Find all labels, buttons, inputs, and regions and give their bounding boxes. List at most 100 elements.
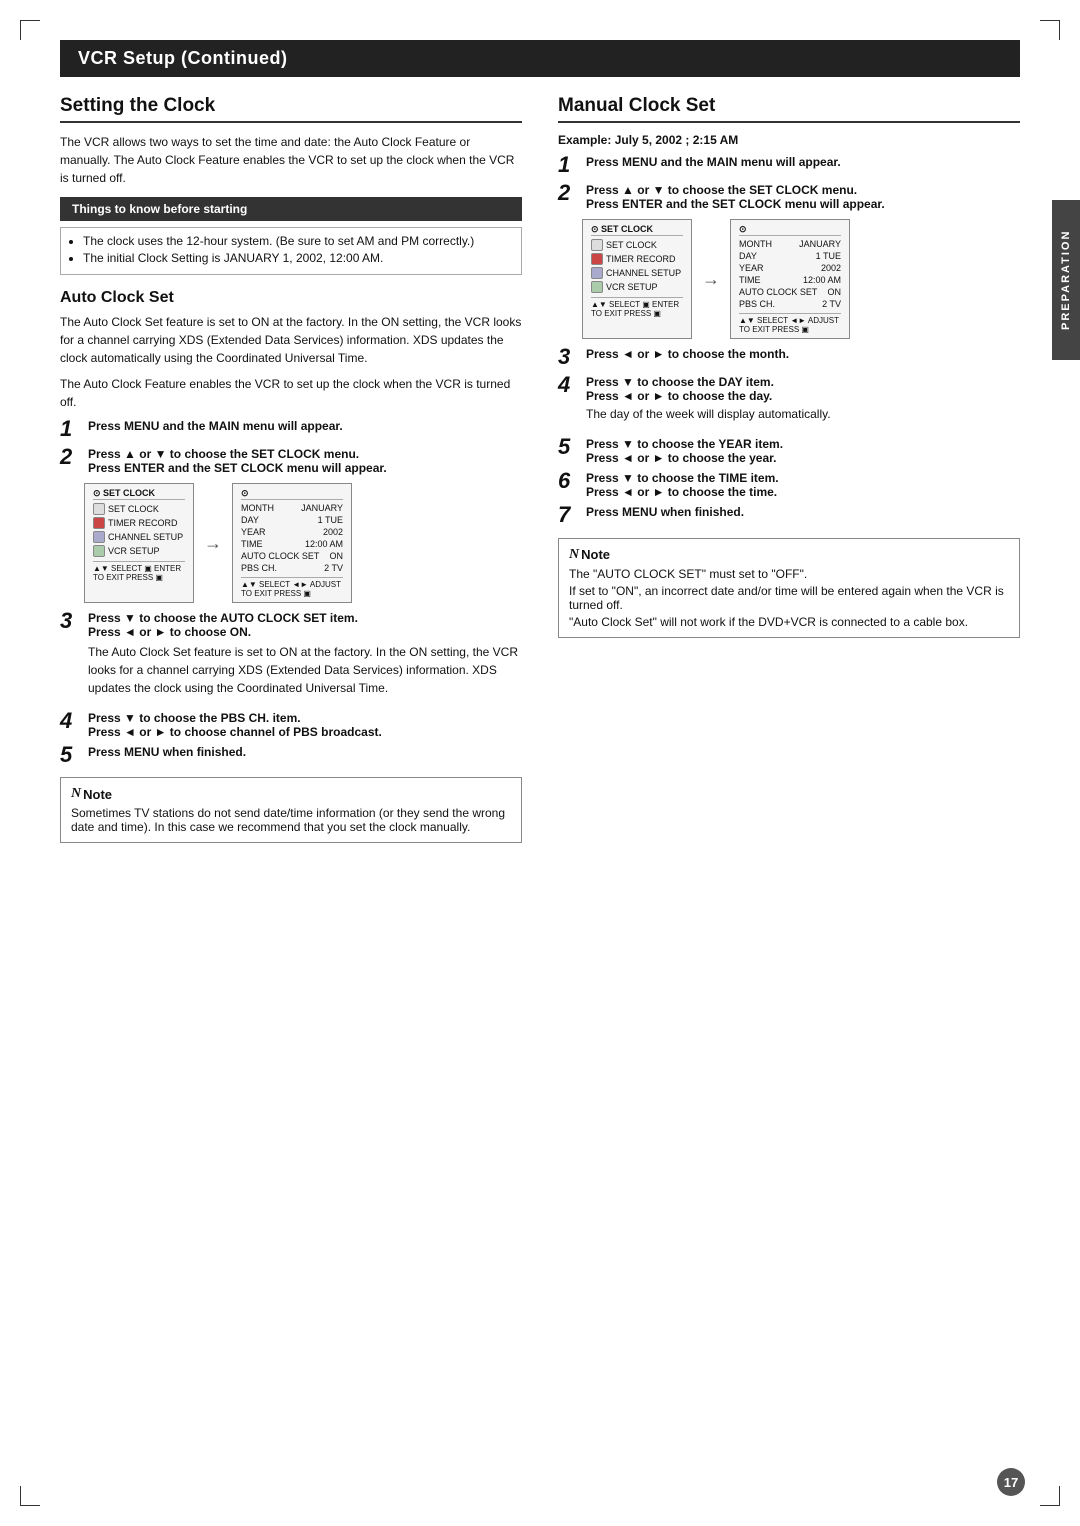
menu-item-timer-record: TIMER RECORD [93, 516, 185, 530]
right-step-3: 3 Press ◄ or ► to choose the month. [558, 347, 1020, 369]
right-menu-item-4: VCR SETUP [591, 280, 683, 294]
right-data-row-month: MONTHJANUARY [739, 238, 841, 250]
things-list: The clock uses the 12-hour system. (Be s… [60, 227, 522, 275]
right-step-3-line: Press ◄ or ► to choose the month. [586, 347, 789, 361]
right-step-5-line-1: Press ▼ to choose the YEAR item. [586, 437, 1020, 451]
step-content-1: Press MENU and the MAIN menu will appear… [88, 419, 522, 433]
right-step-number-1: 1 [558, 153, 580, 177]
right-step-5-line-2: Press ◄ or ► to choose the year. [586, 451, 1020, 465]
step-number-2: 2 [60, 445, 82, 469]
left-menu-box-2-title: ⊙ [241, 488, 343, 500]
page-number: 17 [997, 1468, 1025, 1496]
step-4-line-1: Press ▼ to choose the PBS CH. item. [88, 711, 522, 725]
left-menu-images: ⊙ SET CLOCK SET CLOCK TIMER RECORD CHANN… [84, 483, 522, 603]
step-number-3: 3 [60, 609, 82, 633]
things-list-item-2: The initial Clock Setting is JANUARY 1, … [83, 251, 509, 265]
right-data-row-day: DAY1 TUE [739, 250, 841, 262]
things-box-title: Things to know before starting [60, 197, 522, 221]
right-menu-box-1: ⊙ SET CLOCK SET CLOCK TIMER RECORD CHANN… [582, 219, 692, 339]
step-content-2: Press ▲ or ▼ to choose the SET CLOCK men… [88, 447, 522, 475]
left-menu-footer-2: ▲▼ SELECT ◄► ADJUSTTO EXIT PRESS ▣ [241, 577, 343, 598]
right-note-line-2: If set to "ON", an incorrect date and/or… [569, 584, 1009, 612]
left-step-4: 4 Press ▼ to choose the PBS CH. item. Pr… [60, 711, 522, 739]
left-menu-footer-1: ▲▼ SELECT ▣ ENTERTO EXIT PRESS ▣ [93, 561, 185, 582]
right-data-row-time: TIME12:00 AM [739, 274, 841, 286]
step-content-4: Press ▼ to choose the PBS CH. item. Pres… [88, 711, 522, 739]
step-number-4: 4 [60, 709, 82, 733]
right-step-1-line: Press MENU and the MAIN menu will appear… [586, 155, 841, 169]
right-step-4: 4 Press ▼ to choose the DAY item. Press … [558, 375, 1020, 431]
left-note-text: Sometimes TV stations do not send date/t… [71, 806, 511, 834]
arrow-right-1: → [204, 483, 222, 603]
menu-item-channel-setup: CHANNEL SETUP [93, 530, 185, 544]
right-menu-footer-2: ▲▼ SELECT ◄► ADJUSTTO EXIT PRESS ▣ [739, 313, 841, 334]
right-step-7: 7 Press MENU when finished. [558, 505, 1020, 527]
right-section-title: Manual Clock Set [558, 95, 1020, 123]
right-step-2-line-1: Press ▲ or ▼ to choose the SET CLOCK men… [586, 183, 1020, 197]
corner-bl [20, 1486, 40, 1506]
data-row-year: YEAR2002 [241, 526, 343, 538]
right-menu-box-1-title: ⊙ SET CLOCK [591, 224, 683, 236]
left-note-box: N Note Sometimes TV stations do not send… [60, 777, 522, 843]
step-3-line-1: Press ▼ to choose the AUTO CLOCK SET ite… [88, 611, 522, 625]
step-3-line-2: Press ◄ or ► to choose ON. [88, 625, 522, 639]
header-bar: VCR Setup (Continued) [60, 40, 1020, 77]
right-data-row-year: YEAR2002 [739, 262, 841, 274]
left-menu-box-1-title: ⊙ SET CLOCK [93, 488, 185, 500]
step-content-3: Press ▼ to choose the AUTO CLOCK SET ite… [88, 611, 522, 705]
right-column: Manual Clock Set Example: July 5, 2002 ;… [558, 95, 1020, 843]
right-step-content-5: Press ▼ to choose the YEAR item. Press ◄… [586, 437, 1020, 465]
data-row-time: TIME12:00 AM [241, 538, 343, 550]
sidebar-tab: PREPARATION [1052, 200, 1080, 360]
step-content-5: Press MENU when finished. [88, 745, 522, 759]
right-step-7-line: Press MENU when finished. [586, 505, 744, 519]
step-1-line: Press MENU and the MAIN menu will appear… [88, 419, 343, 433]
right-step-4-subtext: The day of the week will display automat… [586, 405, 1020, 423]
corner-tl [20, 20, 40, 40]
left-step-5: 5 Press MENU when finished. [60, 745, 522, 767]
right-step-content-2: Press ▲ or ▼ to choose the SET CLOCK men… [586, 183, 1020, 211]
right-step-2: 2 Press ▲ or ▼ to choose the SET CLOCK m… [558, 183, 1020, 211]
step-2-line-1: Press ▲ or ▼ to choose the SET CLOCK men… [88, 447, 522, 461]
right-step-content-4: Press ▼ to choose the DAY item. Press ◄ … [586, 375, 1020, 431]
right-step-content-7: Press MENU when finished. [586, 505, 1020, 519]
right-step-number-5: 5 [558, 435, 580, 459]
right-step-4-line-2: Press ◄ or ► to choose the day. [586, 389, 1020, 403]
right-step-4-line-1: Press ▼ to choose the DAY item. [586, 375, 1020, 389]
right-step-1: 1 Press MENU and the MAIN menu will appe… [558, 155, 1020, 177]
step-2-line-2: Press ENTER and the SET CLOCK menu will … [88, 461, 522, 475]
step-3-subtext: The Auto Clock Set feature is set to ON … [88, 643, 522, 697]
right-menu-box-2-title: ⊙ [739, 224, 841, 236]
right-menu-item-1: SET CLOCK [591, 238, 683, 252]
data-row-day: DAY1 TUE [241, 514, 343, 526]
data-row-pbs: PBS CH.2 TV [241, 562, 343, 574]
right-note-title: N Note [569, 547, 1009, 563]
left-step-3: 3 Press ▼ to choose the AUTO CLOCK SET i… [60, 611, 522, 705]
right-menu-footer-1: ▲▼ SELECT ▣ ENTERTO EXIT PRESS ▣ [591, 297, 683, 318]
left-step-1: 1 Press MENU and the MAIN menu will appe… [60, 419, 522, 441]
page-container: VCR Setup (Continued) PREPARATION Settin… [0, 0, 1080, 1526]
right-step-6: 6 Press ▼ to choose the TIME item. Press… [558, 471, 1020, 499]
data-row-auto: AUTO CLOCK SETON [241, 550, 343, 562]
menu-item-set-clock: SET CLOCK [93, 502, 185, 516]
right-menu-item-2: TIMER RECORD [591, 252, 683, 266]
right-step-content-6: Press ▼ to choose the TIME item. Press ◄… [586, 471, 1020, 499]
right-step-6-line-1: Press ▼ to choose the TIME item. [586, 471, 1020, 485]
left-menu-box-1: ⊙ SET CLOCK SET CLOCK TIMER RECORD CHANN… [84, 483, 194, 603]
arrow-right-2: → [702, 219, 720, 339]
menu-item-vcr-setup: VCR SETUP [93, 544, 185, 558]
two-col-layout: Setting the Clock The VCR allows two way… [60, 95, 1020, 843]
right-menu-images: ⊙ SET CLOCK SET CLOCK TIMER RECORD CHANN… [582, 219, 1020, 339]
right-step-number-2: 2 [558, 181, 580, 205]
right-step-number-7: 7 [558, 503, 580, 527]
auto-clock-title: Auto Clock Set [60, 289, 522, 307]
right-step-content-1: Press MENU and the MAIN menu will appear… [586, 155, 1020, 169]
right-step-number-3: 3 [558, 345, 580, 369]
example-text: Example: July 5, 2002 ; 2:15 AM [558, 133, 1020, 147]
left-section-title: Setting the Clock [60, 95, 522, 123]
step-4-line-2: Press ◄ or ► to choose channel of PBS br… [88, 725, 522, 739]
right-step-2-line-2: Press ENTER and the SET CLOCK menu will … [586, 197, 1020, 211]
auto-clock-intro: The Auto Clock Set feature is set to ON … [60, 313, 522, 367]
data-row-month: MONTHJANUARY [241, 502, 343, 514]
left-column: Setting the Clock The VCR allows two way… [60, 95, 522, 843]
